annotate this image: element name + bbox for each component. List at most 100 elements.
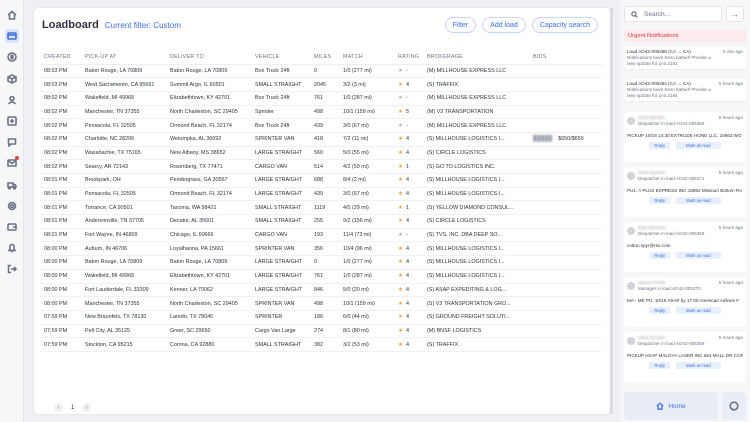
sender-role: Dispatcher in load AO42-005366	[638, 121, 705, 126]
avatar	[627, 282, 635, 290]
table-row[interactable]: 08:01 PM Brookpark, OH Pendergrass, GA 305…	[40, 173, 602, 188]
vertical-scrollbar[interactable]	[610, 8, 613, 414]
table-row[interactable]: 08:03 PM West Sacramento, CA 95691 Summit …	[40, 77, 602, 92]
urgent-notification[interactable]: Load AO42-005368 (CA → CA) 5 min ago Notif…	[624, 47, 746, 70]
collapse-sidebar-button[interactable]: →	[726, 6, 744, 22]
sidebar-search[interactable]: Search...	[624, 6, 722, 22]
truck-icon[interactable]	[5, 178, 19, 192]
column-header-miles[interactable]: MILES	[310, 50, 339, 65]
reply-button[interactable]: Reply	[649, 307, 671, 314]
table-row[interactable]: 08:00 PM Manchester, TN 37355 North Charle…	[40, 296, 602, 311]
urgent-notification[interactable]: Load AO42-005364 (CA → CA) 6 hours ago Not…	[624, 79, 746, 102]
mark-as-read-button[interactable]: Mark as read	[676, 362, 721, 369]
rating-value: -	[405, 122, 408, 129]
cell-miles: 382	[310, 337, 339, 352]
cell-rating: ★ 4	[394, 283, 423, 298]
table-row[interactable]: 08:02 PM Pensacola, FL 32505 Ormond Beach,…	[40, 118, 602, 133]
cell-created: 08:02 PM	[40, 132, 81, 147]
capacity-search-button[interactable]: Capacity search	[531, 17, 598, 33]
users-icon[interactable]	[5, 93, 19, 107]
home-button[interactable]: Home	[624, 392, 718, 420]
reply-button[interactable]: Reply	[649, 252, 671, 259]
cell-deliver: Baton Rouge, LA 70809	[166, 255, 251, 270]
message-card[interactable]: Kyle Morrison 5 hours ago Dispatcher in lo…	[624, 222, 746, 272]
table-row[interactable]: 08:00 PM Auburn, IN 46706 Loyalhanna, PA 1…	[40, 241, 602, 257]
cell-rating: ★ 4	[394, 324, 423, 339]
cell-created: 08:00 PM	[40, 241, 81, 257]
cell-pickup: Charlotte, NC 28206	[81, 132, 166, 147]
settings-icon[interactable]	[5, 199, 19, 213]
message-card[interactable]: Hank Bastion 5 hours ago Dispatcher in loa…	[624, 167, 746, 217]
cell-match: 1/0 (277 mi)	[339, 64, 394, 79]
cell-vehicle: LARGE STRAIGHT	[251, 187, 310, 202]
column-header-brokerage[interactable]: BROKERAGE	[423, 50, 529, 65]
cell-pickup: Stockton, CA 95215	[81, 337, 166, 352]
cell-pickup: Searcy, AR 72143	[81, 159, 166, 174]
chat-icon[interactable]	[5, 135, 19, 149]
table-row[interactable]: 08:02 PM Waxahachie, TX 75165 New Albany, …	[40, 146, 602, 161]
reply-button[interactable]: Reply	[649, 142, 671, 149]
mail-icon[interactable]	[5, 156, 19, 170]
table-row[interactable]: 08:00 PM Wakefield, MI 49968 Elizabethtown…	[40, 269, 602, 284]
column-header-bids[interactable]: BIDS	[529, 50, 602, 65]
cell-miles: 255	[310, 214, 339, 229]
table-row[interactable]: 08:01 PM Pensacola, FL 32505 Ormond Beach,…	[40, 187, 602, 202]
column-header-vehicle[interactable]: VEHICLE	[251, 50, 310, 65]
box-icon[interactable]	[5, 72, 19, 86]
reply-button[interactable]: Reply	[649, 197, 671, 204]
table-row[interactable]: 08:01 PM Fort Wayne, IN 46809 Chicago, IL …	[40, 228, 602, 243]
wallet-icon[interactable]	[5, 220, 19, 234]
column-header-created[interactable]: CREATED	[40, 50, 81, 65]
cell-brokerage: (S) MILLHOUSE LOGISTICS I...	[423, 132, 529, 147]
cell-brokerage: (S) MILLHOUSE LOGISTICS I...	[423, 173, 529, 188]
cell-vehicle: Box Truck 24ft	[251, 64, 310, 79]
mark-as-read-button[interactable]: Mark as read	[676, 197, 721, 204]
table-row[interactable]: 08:02 PM Wakefield, MI 49968 Elizabethtown…	[40, 91, 602, 106]
table-row[interactable]: 07:59 PM Stockton, CA 95215 Corona, CA 928…	[40, 337, 602, 352]
cell-bids	[529, 200, 602, 216]
dollar-icon[interactable]	[5, 50, 19, 64]
column-header-deliver[interactable]: DELIVER TO	[166, 50, 251, 65]
message-card[interactable]: James Perkin 5 hours ago Manager in load A…	[624, 277, 746, 327]
table-row[interactable]: 08:02 PM Manchester, TN 37355 North Charle…	[40, 105, 602, 120]
filter-button[interactable]: Filter	[444, 17, 477, 33]
column-header-rating[interactable]: RATING	[394, 50, 423, 65]
table-row[interactable]: 08:02 PM Charlotte, NC 28206 Wetumpka, AL …	[40, 132, 602, 147]
logout-icon[interactable]	[5, 262, 19, 276]
message-card[interactable]: Harry Brooks 6 hours ago Dispatcher in loa…	[624, 112, 746, 162]
table-row[interactable]: 08:00 PM Fort Lauderdale, FL 33309 Kenner,…	[40, 283, 602, 298]
plus-box-icon[interactable]	[5, 114, 19, 128]
add-load-button[interactable]: Add load	[482, 17, 526, 33]
table-row[interactable]: 08:03 PM Baton Rouge, LA 70809 Baton Rouge…	[40, 64, 602, 79]
table-row[interactable]: 08:00 PM Baton Rouge, LA 70809 Baton Rouge…	[40, 255, 602, 270]
bell-icon[interactable]	[5, 241, 19, 255]
cell-pickup: Manchester, TN 37355	[81, 296, 166, 311]
rating-value: 4	[405, 300, 409, 307]
column-header-match[interactable]: MATCH	[339, 50, 394, 65]
message-card[interactable]: Harry Brooks 5 hours ago Dispatcher in loa…	[624, 332, 746, 382]
prev-page-button[interactable]: ‹	[54, 403, 63, 412]
table-row[interactable]: 07:59 PM New Braunfels, TX 78130 Laredo, T…	[40, 310, 602, 325]
mark-as-read-button[interactable]: Mark as read	[676, 142, 721, 149]
rating-value: 4	[405, 136, 409, 143]
column-header-pickup[interactable]: PICK-UP AT	[81, 50, 166, 65]
reply-button[interactable]: Reply	[649, 362, 671, 369]
cell-match: 9/2 (156 mi)	[339, 214, 394, 229]
chat-button[interactable]	[722, 392, 746, 420]
next-page-button[interactable]: ›	[82, 403, 92, 412]
home-icon[interactable]	[5, 8, 19, 22]
table-row[interactable]: 07:59 PM Pell City, AL 35125 Greer, SC 296…	[40, 324, 602, 339]
star-icon: ★	[398, 108, 403, 115]
rating-value: -	[405, 67, 408, 74]
cell-miles: 498	[310, 105, 339, 120]
cell-match: 3/2 (3 mi)	[339, 77, 394, 92]
loadboard-icon[interactable]	[4, 29, 19, 44]
table-row[interactable]: 08:01 PM Torrance, CA 90501 Tacoma, WA 984…	[40, 200, 602, 216]
mark-as-read-button[interactable]: Mark as read	[676, 252, 721, 259]
table-row[interactable]: 08:01 PM Andersonville, TN 37705 Decatur, …	[40, 214, 602, 229]
cell-pickup: Manchester, TN 37355	[81, 105, 166, 120]
table-row[interactable]: 08:02 PM Searcy, AR 72143 Rosenberg, TX 77…	[40, 159, 602, 174]
mark-as-read-button[interactable]: Mark as read	[676, 307, 721, 314]
cell-match: 7/2 (11 mi)	[339, 132, 394, 147]
cell-deliver: Baton Rouge, LA 70809	[166, 64, 251, 79]
